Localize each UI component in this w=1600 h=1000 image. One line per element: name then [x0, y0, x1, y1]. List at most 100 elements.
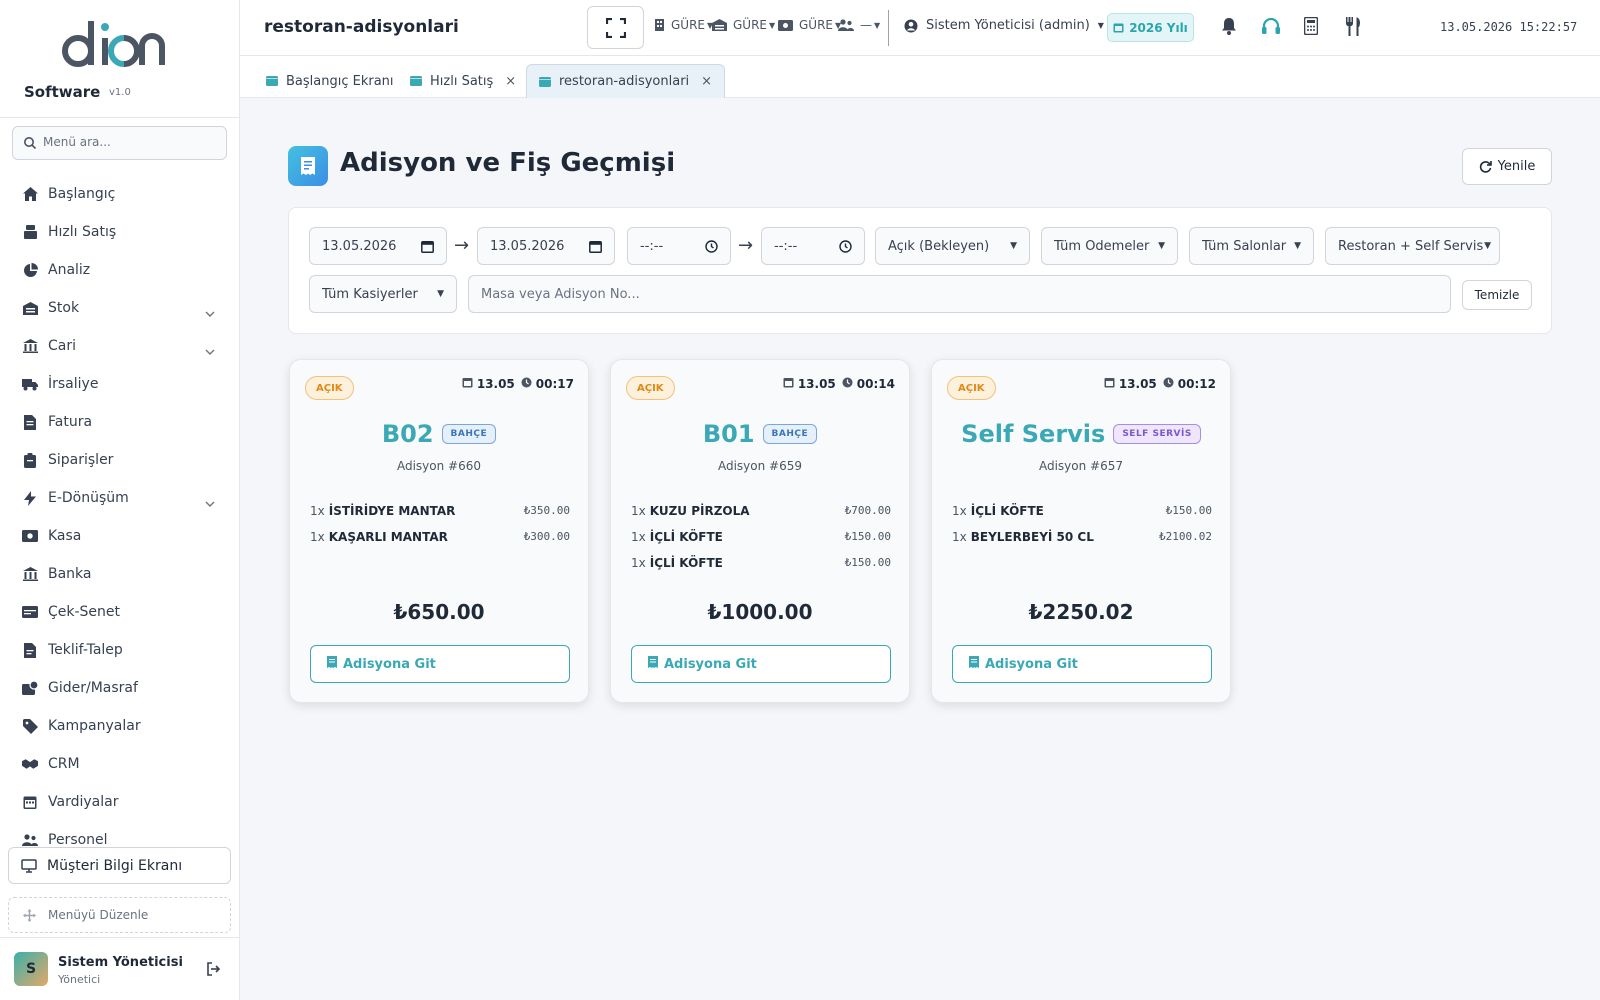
- sidebar-item-vardiyalar[interactable]: Vardiyalar: [0, 783, 239, 821]
- payment-select[interactable]: Tüm Ödemeler ▼: [1041, 227, 1178, 265]
- page-name: restoran-adisyonlari: [264, 17, 459, 37]
- time-from-value: --:--: [640, 238, 664, 254]
- tab-hizli-satis[interactable]: Hızlı Satış ×: [398, 64, 528, 98]
- mode-select[interactable]: Restoran + Self Servis ▼: [1325, 227, 1500, 265]
- calendar-icon: [22, 794, 38, 810]
- order-date: 13.05: [797, 377, 836, 391]
- item-name: İÇLİ KÖFTE: [649, 556, 723, 570]
- edit-menu-button[interactable]: Menüyü Düzenle: [8, 897, 231, 933]
- chevron-down-icon[interactable]: [205, 340, 215, 359]
- table-search-input[interactable]: Masa veya Adisyon No...: [468, 275, 1451, 313]
- sidebar-item-i-rsaliye[interactable]: İrsaliye: [0, 365, 239, 403]
- sidebar-item-analiz[interactable]: Analiz: [0, 251, 239, 289]
- go-to-order-button[interactable]: Adisyona Git: [631, 645, 891, 683]
- chevron-down-icon[interactable]: [205, 492, 215, 511]
- refresh-button[interactable]: Yenile: [1462, 148, 1552, 185]
- warehouse-icon: [22, 300, 38, 316]
- sidebar-item-crm[interactable]: CRM: [0, 745, 239, 783]
- order-card[interactable]: AÇIK 13.05 00:12 Self Servis SELF SERVİS Adis…: [931, 359, 1231, 703]
- staff-select[interactable]: — ▼: [838, 18, 880, 32]
- item-qty: 1x: [952, 530, 967, 544]
- date-to-input[interactable]: 13.05.2026: [477, 227, 615, 265]
- order-card[interactable]: AÇIK 13.05 00:17 B02 BAHÇE Adisyon #660 1x İSTİ…: [289, 359, 589, 703]
- fullscreen-button[interactable]: [587, 6, 644, 49]
- sidebar-item-çek-senet[interactable]: Çek-Senet: [0, 593, 239, 631]
- tab-restoran-adisyonlari[interactable]: restoran-adisyonlari ×: [526, 64, 726, 98]
- sidebar-item-banka[interactable]: Banka: [0, 555, 239, 593]
- adisyon-number: Adisyon #659: [717, 459, 803, 473]
- menu-search[interactable]: [12, 126, 227, 160]
- sidebar-item-cari[interactable]: Cari: [0, 327, 239, 365]
- order-item: 1x İÇLİ KÖFTE ₺150.00: [631, 530, 891, 544]
- sidebar-item-stok[interactable]: Stok: [0, 289, 239, 327]
- brand-name: Software: [24, 83, 101, 101]
- sidebar-item-başlangıç[interactable]: Başlangıç: [0, 175, 239, 213]
- range-arrow: →: [738, 235, 754, 256]
- topbar: restoran-adisyonlari GÜRE ▼ GÜRE ▼ GÜRE …: [240, 0, 1600, 56]
- status-select[interactable]: Açık (Bekleyen) ▼: [875, 227, 1030, 265]
- order-total: ₺2250.02: [1028, 600, 1134, 624]
- bell-icon[interactable]: [1221, 17, 1237, 35]
- user-menu[interactable]: Sistem Yöneticisi (admin) ▼: [904, 18, 1104, 33]
- go-to-order-button[interactable]: Adisyona Git: [952, 645, 1212, 683]
- tab-icon: [266, 76, 278, 86]
- close-icon[interactable]: ×: [505, 74, 516, 89]
- sidebar-item-siparişler[interactable]: Siparişler: [0, 441, 239, 479]
- table-name: B02: [381, 420, 434, 448]
- item-name: İÇLİ KÖFTE: [649, 530, 723, 544]
- status-badge: AÇIK: [626, 376, 675, 400]
- customer-display-button[interactable]: Müşteri Bilgi Ekranı: [8, 847, 231, 884]
- utensils-icon[interactable]: [1344, 17, 1362, 36]
- file-icon: [22, 642, 38, 658]
- cashier-select[interactable]: Tüm Kasiyerler ▼: [309, 275, 457, 313]
- logout-icon[interactable]: [206, 962, 221, 976]
- sidebar-item-teklif-talep[interactable]: Teklif-Talep: [0, 631, 239, 669]
- sidebar-item-personel[interactable]: Personel: [0, 821, 239, 847]
- time-from-input[interactable]: --:--: [627, 227, 731, 265]
- sidebar-item-label: Analiz: [48, 262, 91, 278]
- sidebar-item-hızlı-satış[interactable]: Hızlı Satış: [0, 213, 239, 251]
- receipt-icon: [327, 656, 337, 672]
- branch-select[interactable]: GÜRE ▼: [654, 18, 713, 32]
- card-heading: B02 BAHÇE: [290, 420, 588, 448]
- salon-value: Tüm Salonlar: [1202, 238, 1287, 254]
- sidebar-item-kampanyalar[interactable]: Kampanyalar: [0, 707, 239, 745]
- headset-icon[interactable]: [1261, 17, 1281, 35]
- invoice-icon: [22, 414, 38, 430]
- order-card[interactable]: AÇIK 13.05 00:14 B01 BAHÇE Adisyon #659 1x KUZU…: [610, 359, 910, 703]
- item-price: ₺350.00: [523, 504, 570, 517]
- time-to-input[interactable]: --:--: [761, 227, 865, 265]
- user-circle-icon: [904, 19, 918, 32]
- sidebar-item-e-dönüşüm[interactable]: E-Dönüşüm: [0, 479, 239, 517]
- sidebar-item-label: Gider/Masraf: [48, 680, 138, 696]
- order-item: 1x İÇLİ KÖFTE ₺150.00: [952, 504, 1212, 518]
- refresh-label: Yenile: [1497, 159, 1536, 174]
- go-to-order-button[interactable]: Adisyona Git: [310, 645, 570, 683]
- chevron-down-icon: ▼: [1010, 241, 1017, 251]
- receipt-icon: [969, 656, 979, 672]
- cash-select[interactable]: GÜRE ▼: [778, 18, 841, 32]
- tab-baslangic[interactable]: Başlangıç Ekranı: [254, 64, 406, 98]
- branch-value: GÜRE: [671, 18, 706, 32]
- card-heading: B01 BAHÇE: [611, 420, 909, 448]
- order-date: 13.05: [1118, 377, 1157, 391]
- menu-search-input[interactable]: [43, 135, 218, 149]
- clear-filters-button[interactable]: Temizle: [1462, 280, 1532, 310]
- avatar[interactable]: S: [14, 952, 48, 986]
- sidebar-item-fatura[interactable]: Fatura: [0, 403, 239, 441]
- calculator-icon[interactable]: [1304, 17, 1318, 35]
- date-from-input[interactable]: 13.05.2026: [309, 227, 447, 265]
- clipboard-icon: [22, 452, 38, 468]
- warehouse-select[interactable]: GÜRE ▼: [712, 18, 775, 32]
- logo-area: Software v1.0: [0, 0, 239, 118]
- user-role: Yönetici: [58, 973, 101, 986]
- cashier-value: Tüm Kasiyerler: [322, 286, 418, 302]
- sidebar-item-label: Stok: [48, 300, 80, 316]
- chevron-down-icon[interactable]: [205, 302, 215, 321]
- close-icon[interactable]: ×: [701, 74, 712, 89]
- sidebar-item-kasa[interactable]: Kasa: [0, 517, 239, 555]
- version-label: v1.0: [109, 87, 131, 98]
- sidebar-item-gider-masraf[interactable]: Gider/Masraf: [0, 669, 239, 707]
- year-badge[interactable]: 2026 Yılı: [1107, 13, 1194, 42]
- salon-select[interactable]: Tüm Salonlar ▼: [1189, 227, 1314, 265]
